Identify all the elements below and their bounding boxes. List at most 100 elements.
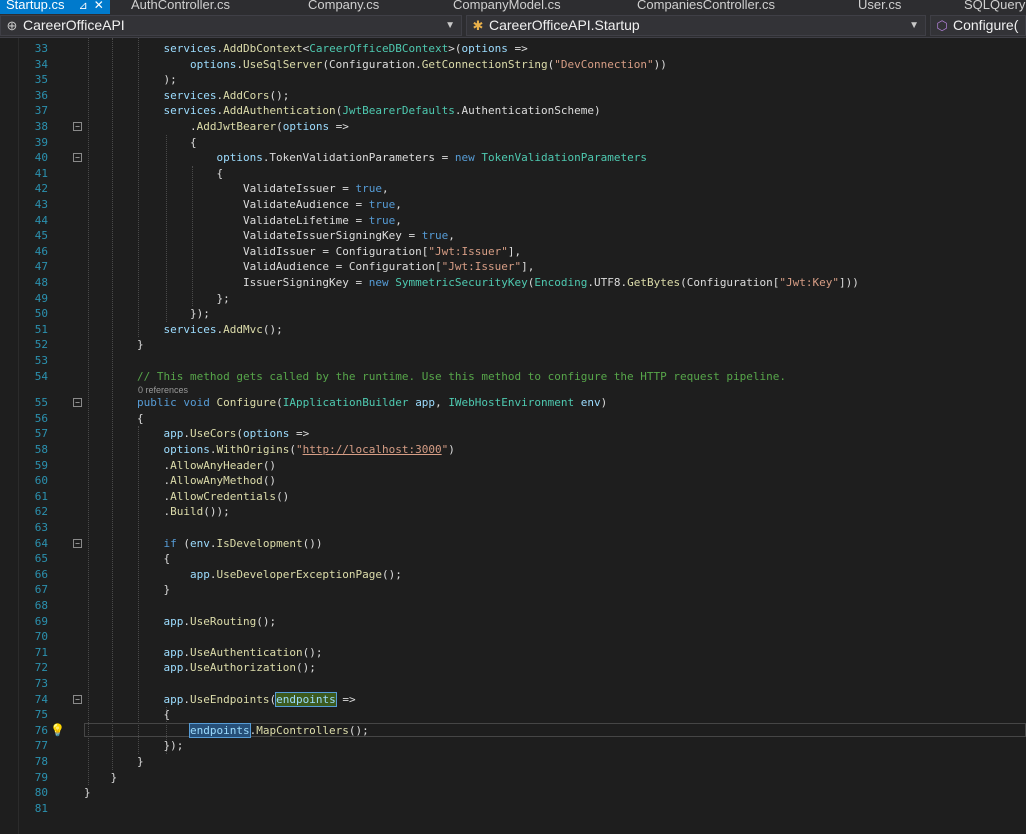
code-line[interactable]: 64 − if (env.IsDevelopment()) xyxy=(0,536,1026,552)
code-text[interactable]: // This method gets called by the runtim… xyxy=(84,369,786,385)
tab-user[interactable]: User.cs xyxy=(858,0,901,14)
code-line[interactable]: 73 xyxy=(0,676,1026,692)
code-text[interactable]: }; xyxy=(84,291,229,307)
code-text[interactable]: ValidateAudience = true, xyxy=(84,197,402,213)
collapse-icon[interactable]: − xyxy=(73,398,82,408)
code-text[interactable]: services.AddAuthentication(JwtBearerDefa… xyxy=(84,103,600,119)
code-line[interactable]: 37 services.AddAuthentication(JwtBearerD… xyxy=(0,103,1026,119)
code-text[interactable]: ); xyxy=(84,72,176,88)
code-text[interactable]: app.UseDeveloperExceptionPage(); xyxy=(84,567,402,583)
code-line[interactable]: 36 services.AddCors(); xyxy=(0,88,1026,104)
code-line[interactable]: 56 { xyxy=(0,411,1026,427)
code-text[interactable]: ValidateLifetime = true, xyxy=(84,213,402,229)
collapse-icon[interactable]: − xyxy=(73,694,82,704)
code-text[interactable]: } xyxy=(84,770,117,786)
member-dropdown[interactable]: ⬡ Configure( xyxy=(930,15,1026,36)
code-text[interactable]: }); xyxy=(84,306,210,322)
code-line[interactable]: 77 }); xyxy=(0,738,1026,754)
tab-companymodel[interactable]: CompanyModel.cs xyxy=(453,0,561,14)
code-line[interactable]: 53 xyxy=(0,353,1026,369)
code-line[interactable]: 50 }); xyxy=(0,306,1026,322)
code-line[interactable]: 39 { xyxy=(0,135,1026,151)
code-text[interactable]: { xyxy=(84,166,223,182)
code-text[interactable]: ValidateIssuer = true, xyxy=(84,181,389,197)
code-line[interactable]: 45 ValidateIssuerSigningKey = true, xyxy=(0,228,1026,244)
code-line[interactable]: 59 .AllowAnyHeader() xyxy=(0,458,1026,474)
tab-startup[interactable]: Startup.cs ⊿ ✕ xyxy=(0,0,110,14)
code-line[interactable]: 62 .Build()); xyxy=(0,504,1026,520)
code-text[interactable]: app.UseAuthentication(); xyxy=(84,645,322,661)
tab-authcontroller[interactable]: AuthController.cs xyxy=(131,0,230,14)
code-text[interactable]: { xyxy=(84,135,197,151)
code-text[interactable]: app.UseAuthorization(); xyxy=(84,660,315,676)
tab-companiescontroller[interactable]: CompaniesController.cs xyxy=(637,0,775,14)
tab-sqlquery[interactable]: SQLQuery xyxy=(964,0,1025,14)
code-text[interactable]: } xyxy=(84,754,144,770)
code-text[interactable]: services.AddCors(); xyxy=(84,88,289,104)
code-line[interactable]: 70 xyxy=(0,629,1026,645)
code-text[interactable]: } xyxy=(84,337,144,353)
collapse-icon[interactable]: − xyxy=(73,153,82,163)
lightbulb-icon[interactable]: 💡 xyxy=(50,723,65,737)
code-line[interactable]: 40 − options.TokenValidationParameters = … xyxy=(0,150,1026,166)
code-line[interactable]: 60 .AllowAnyMethod() xyxy=(0,473,1026,489)
code-line[interactable]: 58 options.WithOrigins("http://localhost… xyxy=(0,442,1026,458)
code-line[interactable]: 47 ValidAudience = Configuration["Jwt:Is… xyxy=(0,259,1026,275)
code-text[interactable]: ValidIssuer = Configuration["Jwt:Issuer"… xyxy=(84,244,521,260)
code-text[interactable]: { xyxy=(84,411,144,427)
code-text[interactable]: .AllowAnyHeader() xyxy=(84,458,276,474)
code-text[interactable]: } xyxy=(84,785,91,801)
code-line[interactable]: 63 xyxy=(0,520,1026,536)
code-line[interactable]: 38 − .AddJwtBearer(options => xyxy=(0,119,1026,135)
code-line[interactable]: 💡 76 endpoints.MapControllers(); xyxy=(0,722,1026,739)
code-line[interactable]: 34 options.UseSqlServer(Configuration.Ge… xyxy=(0,57,1026,73)
code-line[interactable]: 41 { xyxy=(0,166,1026,182)
code-line[interactable]: 44 ValidateLifetime = true, xyxy=(0,213,1026,229)
code-line[interactable]: 65 { xyxy=(0,551,1026,567)
pin-icon[interactable]: ⊿ xyxy=(79,0,88,12)
code-text[interactable]: IssuerSigningKey = new SymmetricSecurity… xyxy=(84,275,859,291)
code-line[interactable]: 35 ); xyxy=(0,72,1026,88)
code-text[interactable]: .AllowAnyMethod() xyxy=(84,473,276,489)
code-line[interactable]: 71 app.UseAuthentication(); xyxy=(0,645,1026,661)
project-dropdown[interactable]: ⊕ CareerOfficeAPI ▼ xyxy=(0,15,462,36)
code-text[interactable]: if (env.IsDevelopment()) xyxy=(84,536,322,552)
code-text[interactable]: app.UseRouting(); xyxy=(84,614,276,630)
code-line[interactable]: 61 .AllowCredentials() xyxy=(0,489,1026,505)
code-line[interactable]: 54 // This method gets called by the run… xyxy=(0,369,1026,385)
code-text[interactable]: ValidateIssuerSigningKey = true, xyxy=(84,228,455,244)
code-text[interactable]: { xyxy=(84,551,170,567)
code-line[interactable]: 46 ValidIssuer = Configuration["Jwt:Issu… xyxy=(0,244,1026,260)
code-line[interactable]: 52 } xyxy=(0,337,1026,353)
code-line[interactable]: 66 app.UseDeveloperExceptionPage(); xyxy=(0,567,1026,583)
code-text[interactable]: .Build()); xyxy=(84,504,229,520)
code-text[interactable]: app.UseEndpoints(endpoints => xyxy=(84,691,356,708)
code-text[interactable]: { xyxy=(84,707,170,723)
code-line[interactable]: 43 ValidateAudience = true, xyxy=(0,197,1026,213)
code-line[interactable]: 51 services.AddMvc(); xyxy=(0,322,1026,338)
code-text[interactable]: } xyxy=(84,582,170,598)
code-line[interactable]: 72 app.UseAuthorization(); xyxy=(0,660,1026,676)
code-line[interactable]: 57 app.UseCors(options => xyxy=(0,426,1026,442)
close-icon[interactable]: ✕ xyxy=(94,0,104,12)
code-line[interactable]: 55 − public void Configure(IApplicationBu… xyxy=(0,395,1026,411)
code-text[interactable]: endpoints.MapControllers(); xyxy=(84,722,369,739)
code-line[interactable]: 75 { xyxy=(0,707,1026,723)
code-text[interactable]: services.AddDbContext<CareerOfficeDBCont… xyxy=(84,41,527,57)
code-text[interactable]: options.WithOrigins("http://localhost:30… xyxy=(84,442,454,458)
code-line[interactable]: 74 − app.UseEndpoints(endpoints => xyxy=(0,691,1026,708)
code-line[interactable]: 33 services.AddDbContext<CareerOfficeDBC… xyxy=(0,41,1026,57)
code-text[interactable]: services.AddMvc(); xyxy=(84,322,282,338)
code-text[interactable]: options.UseSqlServer(Configuration.GetCo… xyxy=(84,57,667,73)
code-line[interactable]: 80} xyxy=(0,785,1026,801)
code-line[interactable]: 79 } xyxy=(0,770,1026,786)
code-text[interactable]: options.TokenValidationParameters = new … xyxy=(84,150,647,166)
code-line[interactable]: 68 xyxy=(0,598,1026,614)
code-line[interactable]: 48 IssuerSigningKey = new SymmetricSecur… xyxy=(0,275,1026,291)
code-line[interactable]: 49 }; xyxy=(0,291,1026,307)
code-line[interactable]: 42 ValidateIssuer = true, xyxy=(0,181,1026,197)
code-text[interactable]: .AddJwtBearer(options => xyxy=(84,119,349,135)
collapse-icon[interactable]: − xyxy=(73,122,82,131)
code-text[interactable]: public void Configure(IApplicationBuilde… xyxy=(84,395,607,411)
code-text[interactable]: app.UseCors(options => xyxy=(84,426,309,442)
